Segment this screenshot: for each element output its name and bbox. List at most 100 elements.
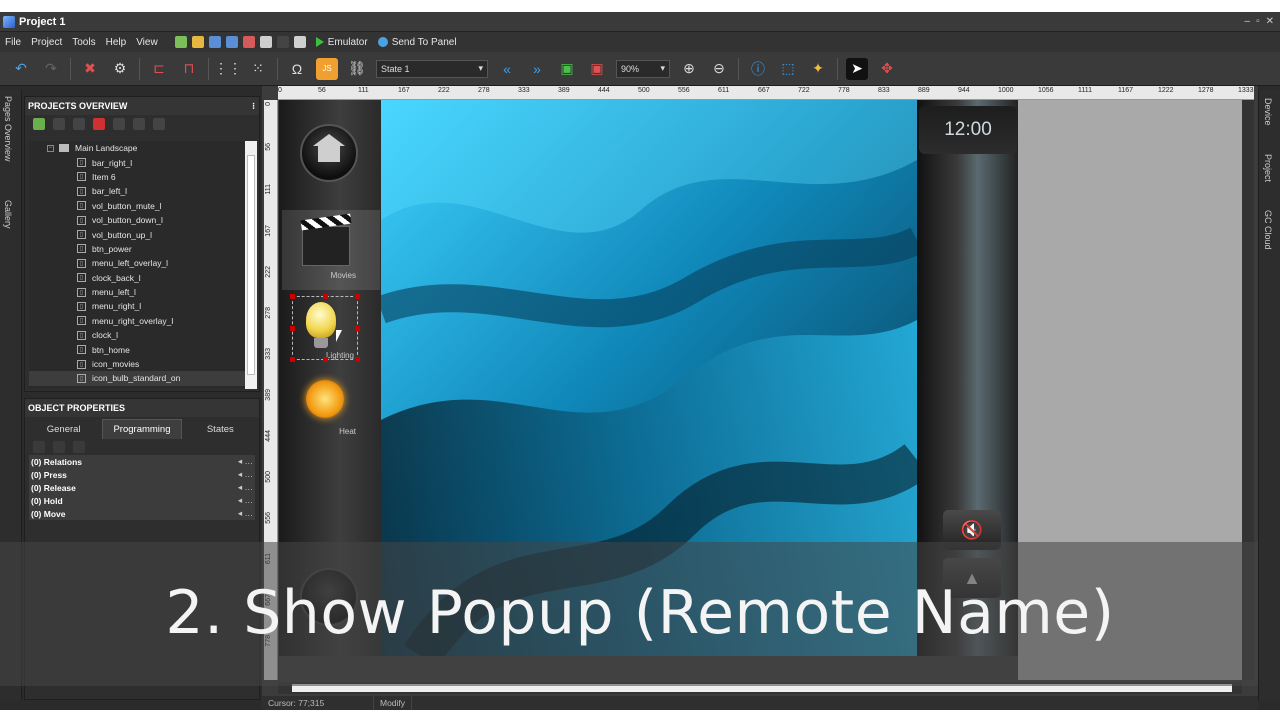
menu-help[interactable]: Help — [101, 37, 132, 48]
delete-item-icon[interactable] — [93, 118, 105, 130]
resize-handle[interactable] — [355, 357, 360, 362]
tab-gc-cloud[interactable]: GC Cloud — [1263, 210, 1273, 250]
tree-root-item[interactable]: − Main Landscape — [29, 141, 255, 155]
tree-item[interactable]: ▯ btn_power — [29, 242, 255, 256]
snap-grid-icon[interactable]: ⁙ — [247, 58, 269, 80]
move-up-icon[interactable] — [113, 118, 125, 130]
close-project-icon[interactable] — [242, 36, 255, 48]
tree-item[interactable]: ▯ bar_left_l — [29, 184, 255, 198]
new-project-icon[interactable] — [174, 36, 187, 48]
resize-handle[interactable] — [323, 357, 328, 362]
zoom-select[interactable]: 90% ▾ — [616, 59, 670, 78]
event-row[interactable]: (0) Hold ◂ … — [29, 494, 255, 507]
redo-icon[interactable]: ↷ — [40, 58, 62, 80]
align-center-icon[interactable]: ⊓ — [178, 58, 200, 80]
remote-movies-item[interactable]: Movies — [296, 218, 358, 280]
tab-gallery[interactable]: Gallery — [3, 200, 13, 229]
move-tool-icon[interactable]: ✥ — [876, 58, 898, 80]
resize-handle[interactable] — [290, 326, 295, 331]
menu-tools[interactable]: Tools — [67, 37, 100, 48]
grid-icon[interactable]: ⋮⋮ — [214, 58, 242, 80]
restore-button[interactable]: ▫ — [1256, 16, 1260, 27]
tree-item[interactable]: ▯ Item 6 — [29, 170, 255, 184]
javascript-icon[interactable]: JS — [316, 57, 338, 80]
selection-box[interactable] — [290, 294, 360, 362]
pointer-tool-icon[interactable]: ➤ — [846, 57, 868, 80]
wizard-icon[interactable]: ✦ — [807, 58, 829, 80]
open-folder-icon[interactable] — [191, 36, 204, 48]
tree-item[interactable]: ▯ btn_home — [29, 342, 255, 356]
collapse-icon[interactable]: − — [47, 144, 54, 152]
add-item-icon[interactable] — [33, 118, 45, 130]
event-options-icon[interactable]: ◂ … — [238, 495, 255, 506]
tree-scroll-thumb[interactable] — [247, 155, 255, 375]
link-icon[interactable]: ⛓ — [346, 58, 368, 80]
close-button[interactable]: ✕ — [1266, 16, 1274, 27]
save-all-icon[interactable] — [225, 36, 238, 48]
edit-command-icon[interactable] — [53, 441, 65, 453]
tab-states[interactable]: States — [182, 419, 259, 439]
tree-item[interactable]: ▯ vol_button_down_l — [29, 213, 255, 227]
tree-item[interactable]: ▯ menu_right_overlay_l — [29, 314, 255, 328]
move-down-icon[interactable] — [133, 118, 145, 130]
settings-gear-icon[interactable]: ⚙ — [109, 58, 131, 80]
event-options-icon[interactable]: ◂ … — [238, 469, 255, 480]
event-row[interactable]: (0) Press ◂ … — [29, 468, 255, 481]
event-row[interactable]: (0) Release ◂ … — [29, 481, 255, 494]
align-left-icon[interactable]: ⊏ — [148, 58, 170, 80]
tree-item[interactable]: ▯ vol_button_up_l — [29, 227, 255, 241]
tree-item[interactable]: ▯ bar_right_l — [29, 155, 255, 169]
remote-heat-item[interactable]: Heat — [296, 374, 358, 436]
info-icon[interactable]: ⓘ — [747, 58, 769, 80]
send-to-panel-button[interactable]: Send To Panel — [377, 37, 457, 48]
menu-file[interactable]: File — [0, 37, 26, 48]
tree-item[interactable]: ▯ clock_back_l — [29, 271, 255, 285]
resize-handle[interactable] — [323, 294, 328, 299]
state-select[interactable]: State 1 ▾ — [376, 59, 488, 78]
menu-project[interactable]: Project — [26, 37, 67, 48]
zoom-in-icon[interactable]: ⊕ — [678, 58, 700, 80]
rename-item-icon[interactable] — [73, 118, 85, 130]
emulator-button[interactable]: Emulator — [315, 37, 368, 48]
add-command-icon[interactable] — [33, 441, 45, 453]
command-settings-icon[interactable] — [73, 441, 85, 453]
sort-icon[interactable] — [153, 118, 165, 130]
save-icon[interactable] — [208, 36, 221, 48]
tab-general[interactable]: General — [25, 419, 102, 439]
next-page-icon[interactable]: » — [526, 58, 548, 80]
remove-page-icon[interactable]: ▣ — [586, 58, 608, 80]
add-page-icon[interactable]: ▣ — [556, 58, 578, 80]
resize-handle[interactable] — [355, 326, 360, 331]
pin-icon[interactable]: ⁝ — [252, 101, 255, 112]
remote-home-button[interactable] — [300, 124, 358, 182]
tree-item[interactable]: ▯ clock_l — [29, 328, 255, 342]
minimize-button[interactable]: – — [1245, 16, 1251, 27]
tree-item[interactable]: ▯ vol_button_mute_l — [29, 199, 255, 213]
copy-icon[interactable] — [259, 36, 272, 48]
previous-page-icon[interactable]: « — [496, 58, 518, 80]
paste-icon[interactable] — [276, 36, 289, 48]
resize-handle[interactable] — [290, 357, 295, 362]
tab-pages-overview[interactable]: Pages Overview — [3, 96, 13, 162]
tree-item[interactable]: ▯ menu_left_overlay_l — [29, 256, 255, 270]
tree-item[interactable]: ▯ menu_right_l — [29, 299, 255, 313]
tree-item[interactable]: ▯ icon_movies — [29, 357, 255, 371]
resize-handle[interactable] — [355, 294, 360, 299]
event-options-icon[interactable]: ◂ … — [238, 482, 255, 493]
event-row[interactable]: (0) Relations ◂ … — [29, 455, 255, 468]
resize-handle[interactable] — [290, 294, 295, 299]
menu-view[interactable]: View — [131, 37, 163, 48]
tree-scrollbar[interactable] — [245, 141, 257, 389]
select-area-icon[interactable]: ⬚ — [777, 58, 799, 80]
tab-programming[interactable]: Programming — [102, 419, 182, 439]
tree-item[interactable]: ▯ menu_left_l — [29, 285, 255, 299]
zoom-out-icon[interactable]: ⊖ — [708, 58, 730, 80]
event-row[interactable]: (0) Move ◂ … — [29, 507, 255, 520]
delete-object-icon[interactable]: ✖ — [79, 58, 101, 80]
event-options-icon[interactable]: ◂ … — [238, 456, 255, 467]
tree-item[interactable]: ▯ icon_bulb_standard_on — [29, 371, 255, 386]
duplicate-item-icon[interactable] — [53, 118, 65, 130]
screenshot-icon[interactable] — [293, 36, 306, 48]
tab-device[interactable]: Device — [1263, 98, 1273, 126]
event-options-icon[interactable]: ◂ … — [238, 508, 255, 519]
